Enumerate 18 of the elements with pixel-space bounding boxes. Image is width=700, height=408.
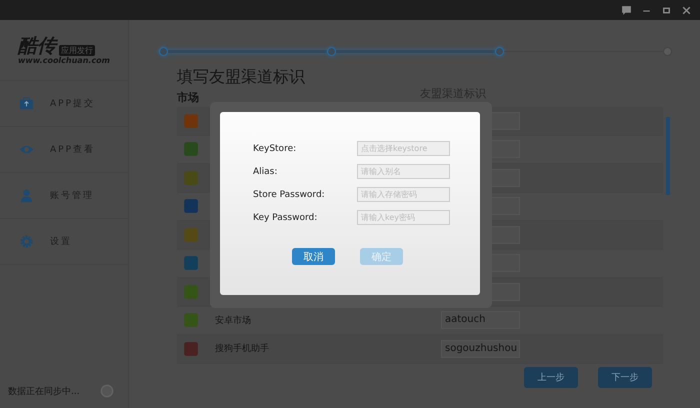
- field-label: Alias:: [253, 166, 278, 176]
- sync-icon: [100, 384, 114, 398]
- field-label: KeyStore:: [253, 144, 298, 154]
- channel-field[interactable]: sogouzhushou: [441, 340, 520, 358]
- step-button[interactable]: 上一步: [524, 367, 578, 388]
- field-label: Key Password:: [253, 212, 318, 222]
- settings-icon: [19, 234, 34, 249]
- maximize-icon[interactable]: [661, 4, 672, 16]
- close-icon[interactable]: [681, 4, 692, 16]
- dialog-button[interactable]: 取消: [292, 248, 335, 265]
- field-label: Store Password:: [253, 190, 326, 200]
- step-button[interactable]: 下一步: [598, 367, 652, 388]
- user-icon: [19, 188, 34, 203]
- chat-icon[interactable]: [621, 4, 632, 16]
- channel-field[interactable]: aatouch: [441, 311, 520, 330]
- logo-badge: 应用发行: [59, 44, 95, 56]
- briefcase-icon: [19, 96, 34, 111]
- scrollbar[interactable]: [666, 117, 670, 195]
